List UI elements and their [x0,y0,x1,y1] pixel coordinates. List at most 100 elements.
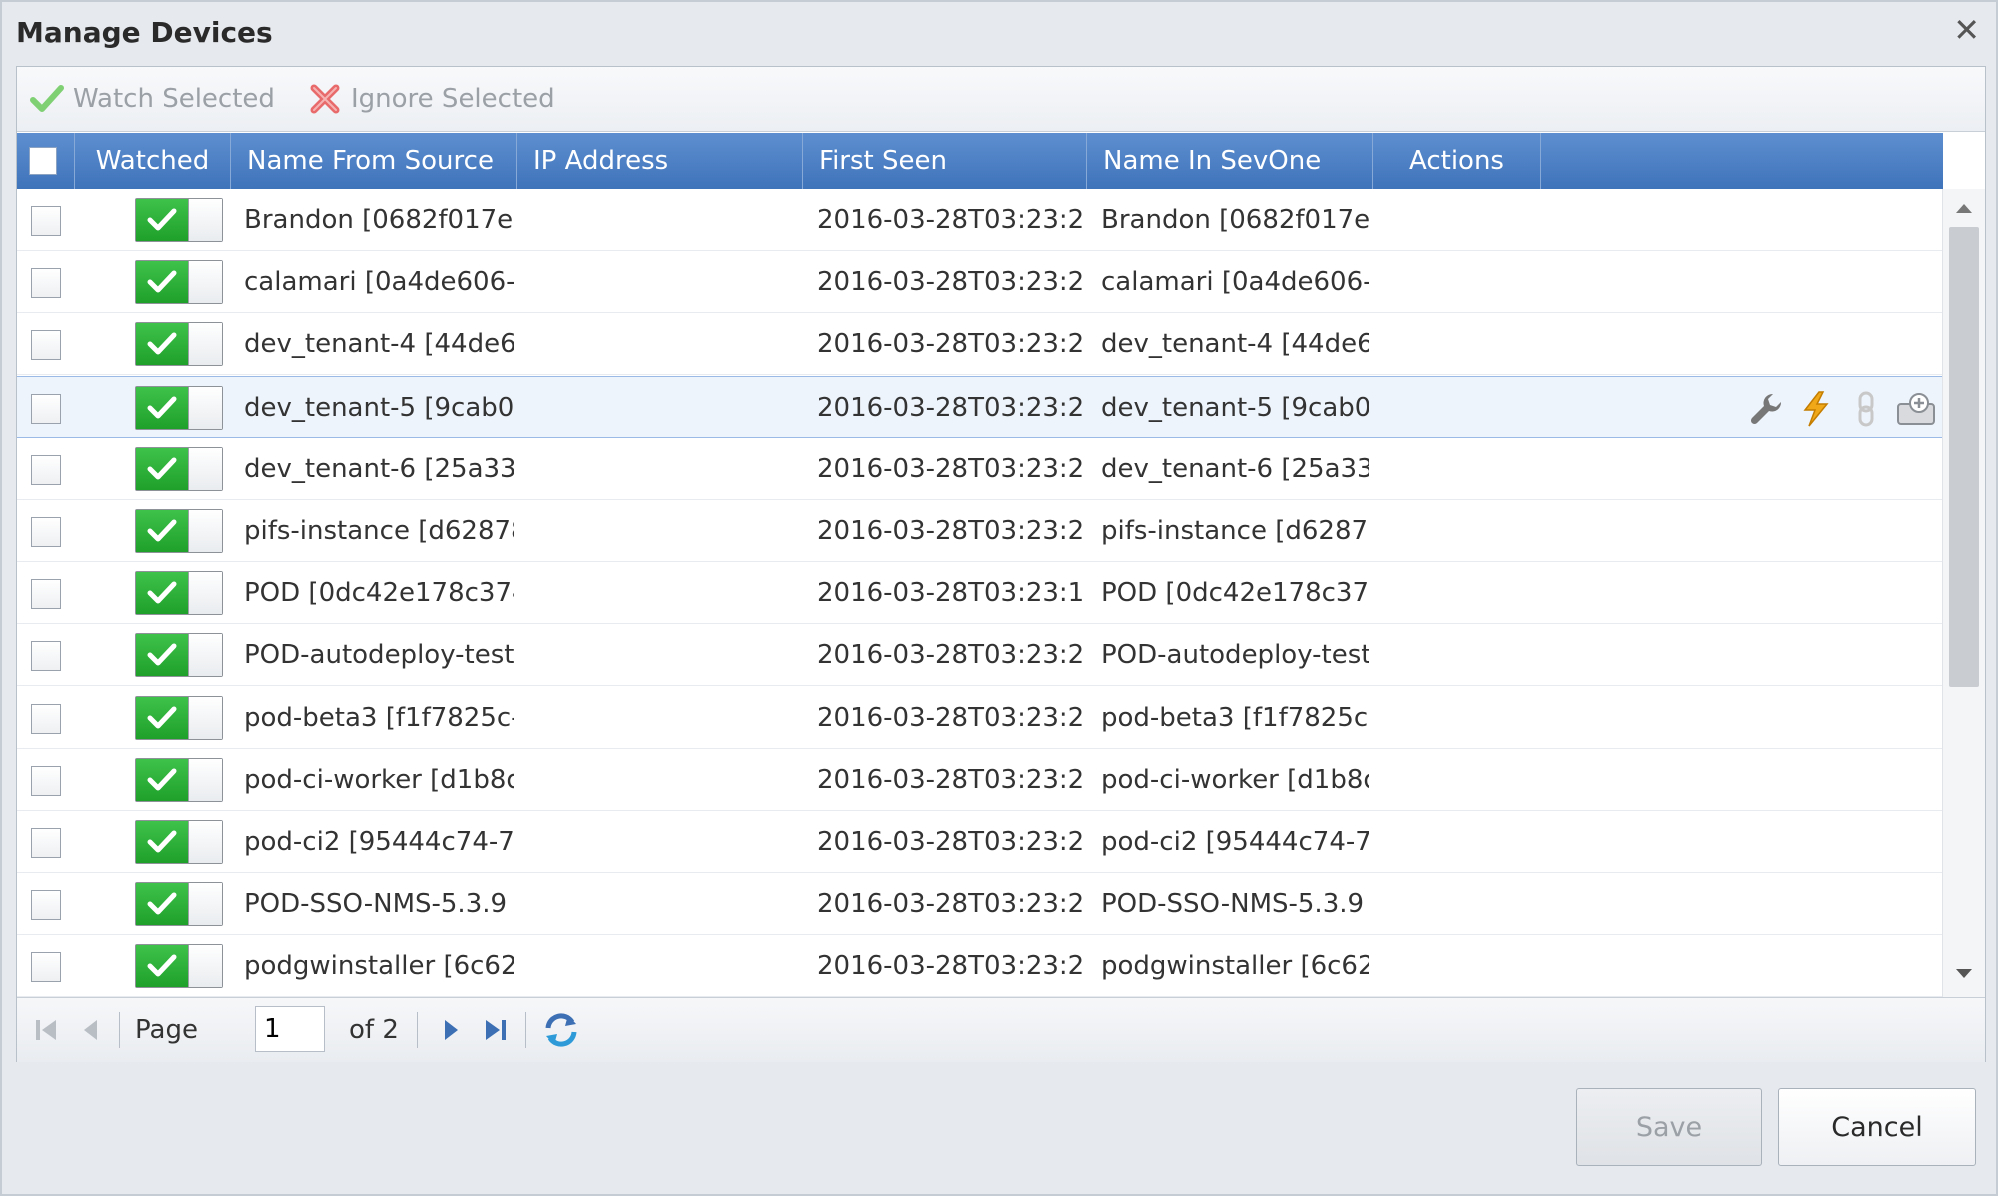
toggle-knob [188,447,222,490]
scrollbar-thumb[interactable] [1949,227,1979,687]
row-select-checkbox[interactable] [31,206,61,236]
name-in-sevone-cell: dev_tenant-4 [44de6264... [1101,329,1369,360]
row-select-checkbox[interactable] [31,454,61,485]
first-seen-cell: 2016-03-28T03:23:24-04... [817,951,1083,982]
row-select-checkbox[interactable] [31,890,61,921]
toggle-knob [188,323,222,366]
row-select-checkbox[interactable] [31,828,61,858]
watched-toggle[interactable] [135,322,223,367]
row-select-checkbox[interactable] [31,952,61,983]
column-header-name-from-source[interactable]: Name From Source [231,133,517,189]
table-row[interactable]: POD-SSO-NMS-5.3.9 [42... 2016-03-28T03:2… [17,873,1943,936]
watched-toggle[interactable] [135,944,223,989]
watched-toggle[interactable] [135,198,223,242]
first-seen-cell: 2016-03-28T03:23:24-04... [817,267,1083,298]
table-row[interactable]: pifs-instance [d62878dc-... 2016-03-28T0… [17,500,1943,562]
row-select-checkbox[interactable] [31,641,61,672]
row-select-checkbox[interactable] [31,703,61,734]
vertical-scrollbar[interactable] [1942,189,1985,997]
watched-toggle[interactable] [135,571,223,616]
name-in-sevone-cell: POD-autodeploy-test [96... [1101,640,1369,671]
toggle-knob [188,199,222,241]
last-page-icon[interactable] [477,1012,513,1048]
watched-toggle[interactable] [135,882,223,927]
ip-address-cell [530,687,800,749]
watched-toggle[interactable] [135,633,223,678]
toggle-knob [188,883,222,926]
table-row[interactable]: calamari [0a4de606-77ab... 2016-03-28T03… [17,251,1943,314]
pager-separator [525,1012,526,1048]
name-in-sevone-cell: Brandon [0682f017e6f54... [1101,205,1369,235]
table-row[interactable]: dev_tenant-5 [9cab0c353... 2016-03-28T03… [17,375,1943,439]
watch-selected-button[interactable]: Watch Selected [29,81,275,117]
wrench-icon[interactable] [1745,389,1787,429]
table-row[interactable]: dev_tenant-4 [44de6264... 2016-03-28T03:… [17,313,1943,376]
first-seen-cell: 2016-03-28T03:23:24-04... [817,516,1083,546]
watched-toggle[interactable] [135,820,223,864]
ip-address-cell [530,377,800,439]
ip-address-cell [530,251,800,313]
table-row[interactable]: POD [0dc42e178c374d48... 2016-03-28T03:2… [17,562,1943,625]
watched-on-indicator [136,883,188,926]
toggle-knob [188,261,222,304]
row-select-checkbox[interactable] [31,579,61,610]
first-seen-cell: 2016-03-28T03:23:23-04... [817,392,1083,423]
watched-toggle[interactable] [135,509,223,553]
device-grid-panel: Watch Selected Ignore Selected Watched N… [16,66,1986,1062]
row-select-checkbox[interactable] [31,765,61,796]
name-from-source-cell: dev_tenant-4 [44de6264... [244,329,514,360]
row-select-checkbox[interactable] [31,517,61,547]
ip-address-cell [530,935,800,997]
dialog-title: Manage Devices [16,16,273,49]
page-number-input[interactable] [255,1006,325,1052]
select-all-checkbox[interactable] [29,147,57,175]
column-header-ip-address[interactable]: IP Address [517,133,803,189]
watched-toggle[interactable] [135,260,223,305]
first-page-icon[interactable] [29,1012,65,1048]
previous-page-icon[interactable] [73,1012,109,1048]
save-button[interactable]: Save [1576,1088,1762,1166]
table-row[interactable]: pod-ci2 [95444c74-7e03-... 2016-03-28T03… [17,811,1943,873]
name-from-source-cell: POD-autodeploy-test [96... [244,640,514,671]
watched-toggle[interactable] [135,385,223,430]
table-row[interactable]: pod-ci-worker [d1b8d1aa... 2016-03-28T03… [17,748,1943,811]
cancel-button[interactable]: Cancel [1778,1088,1976,1166]
first-seen-cell: 2016-03-28T03:23:27-04... [817,205,1083,235]
name-in-sevone-cell: pod-ci-worker [d1b8d1aa... [1101,764,1369,795]
watched-toggle[interactable] [135,757,223,802]
watched-toggle[interactable] [135,695,223,740]
column-header-actions: Actions [1373,133,1541,189]
column-header-name-in-sevone[interactable]: Name In SevOne [1087,133,1373,189]
refresh-icon[interactable] [541,1012,581,1048]
table-row[interactable]: dev_tenant-6 [25a33715... 2016-03-28T03:… [17,437,1943,500]
watched-toggle[interactable] [135,446,223,491]
name-from-source-cell: calamari [0a4de606-77ab... [244,267,514,298]
row-select-checkbox[interactable] [31,268,61,299]
scroll-up-icon[interactable] [1951,195,1977,221]
close-icon[interactable]: ✕ [1953,14,1980,46]
manage-devices-dialog: Manage Devices ✕ Watch Selected Ignore S… [0,0,1998,1196]
toggle-knob [188,386,222,429]
table-row[interactable]: Brandon [0682f017e6f54... 2016-03-28T03:… [17,189,1943,251]
row-select-checkbox[interactable] [31,330,61,361]
table-row[interactable]: pod-beta3 [f1f7825c-91c... 2016-03-28T03… [17,686,1943,749]
column-header-watched[interactable]: Watched [75,133,231,189]
watched-on-indicator [136,758,188,801]
row-select-checkbox[interactable] [31,393,61,424]
first-seen-cell: 2016-03-28T03:23:24-04... [817,640,1083,671]
watched-on-indicator [136,696,188,739]
lightning-icon[interactable] [1795,389,1837,429]
add-device-icon[interactable] [1895,389,1937,429]
watched-on-indicator [136,572,188,615]
column-header-first-seen[interactable]: First Seen [803,133,1087,189]
name-in-sevone-cell: dev_tenant-6 [25a33715... [1101,453,1369,484]
table-row[interactable]: podgwinstaller [6c62e5c5... 2016-03-28T0… [17,935,1943,997]
name-from-source-cell: POD [0dc42e178c374d48... [244,578,514,609]
ignore-selected-button[interactable]: Ignore Selected [307,81,555,117]
table-row[interactable]: POD-autodeploy-test [96... 2016-03-28T03… [17,624,1943,687]
first-seen-cell: 2016-03-28T03:23:20-04... [817,453,1083,484]
chain-link-icon[interactable] [1845,389,1887,429]
toggle-knob [188,821,222,863]
next-page-icon[interactable] [433,1012,469,1048]
scroll-down-icon[interactable] [1951,961,1977,987]
